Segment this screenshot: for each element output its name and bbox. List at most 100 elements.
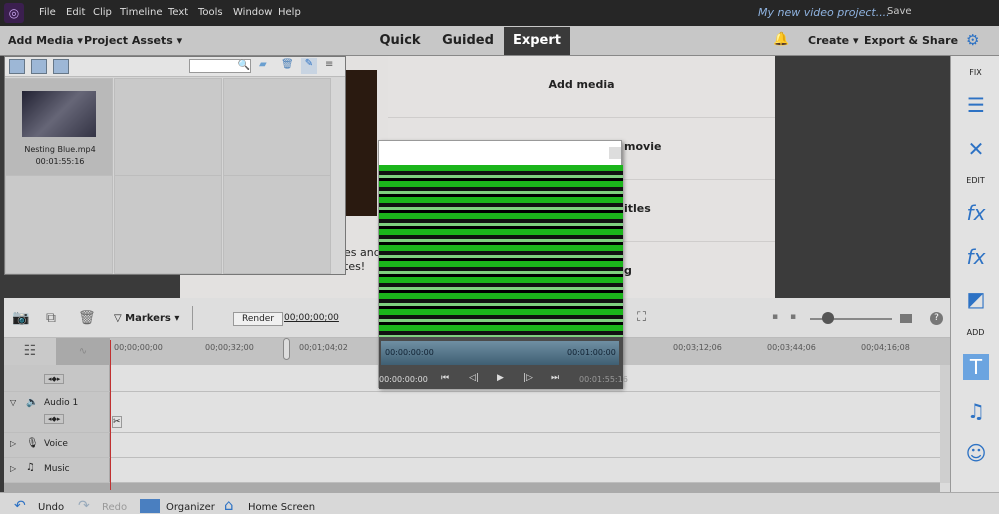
keyframe-controls[interactable]: ◂◆▸ [44, 374, 65, 384]
music-icon[interactable]: ♫ [963, 398, 989, 424]
markers-dropdown[interactable]: ▽ Markers ▾ [114, 313, 179, 324]
trash-icon[interactable]: 🗑 [78, 310, 96, 326]
guide-text: es and [344, 246, 381, 259]
menu-tools[interactable]: Tools [198, 7, 223, 18]
preview-video-frame [379, 165, 623, 337]
zoom-out-icon[interactable]: ▪ [772, 312, 778, 322]
new-folder-icon[interactable]: ▰ [259, 59, 267, 70]
project-title: My new video project.... [758, 6, 890, 19]
titles-icon[interactable]: T [963, 354, 989, 380]
camera-icon[interactable]: 📷 [12, 310, 29, 326]
horizontal-scrollbar[interactable] [4, 483, 940, 492]
timecode-display[interactable]: 00;00;00;00 [284, 313, 339, 323]
zoom-in-icon[interactable] [900, 314, 912, 323]
expand-icon[interactable]: ▷ [10, 439, 16, 448]
guide-item[interactable]: Add media [388, 56, 775, 118]
play-icon[interactable]: ▶ [497, 373, 504, 383]
menu-text[interactable]: Text [168, 7, 188, 18]
zoom-slider-handle[interactable] [822, 312, 834, 324]
effects-icon[interactable]: fx [963, 200, 989, 226]
asset-slot [223, 175, 331, 274]
project-assets-button[interactable]: Project Assets ▾ [84, 34, 182, 47]
audio-track: ▽ 🔈 Audio 1 ◂◆▸ ✂ [4, 392, 940, 433]
settings-gear-icon[interactable]: ⚙ [966, 31, 979, 49]
export-share-button[interactable]: Export & Share [864, 34, 958, 47]
vertical-scrollbar[interactable] [940, 365, 950, 483]
divider [192, 306, 193, 330]
playhead[interactable] [110, 340, 111, 490]
audio-waveform-icon[interactable]: ∿ [56, 338, 110, 365]
guide-text: tes! [344, 260, 366, 273]
scissors-icon[interactable]: ✂ [112, 416, 122, 428]
tools-icon[interactable]: ✕ [963, 136, 989, 162]
track-name: Music [44, 464, 70, 474]
menu-edit[interactable]: Edit [66, 7, 85, 18]
undo-button[interactable]: Undo [38, 502, 64, 513]
home-screen-button[interactable]: Home Screen [248, 502, 315, 513]
preview-scrubber[interactable]: 00:00:00:00 00:01:00:00 [381, 341, 619, 365]
markers-label: Markers [125, 313, 171, 324]
menu-timeline[interactable]: Timeline [120, 7, 163, 18]
asset-thumbnail [22, 91, 96, 137]
graphics-icon[interactable]: ☺ [963, 440, 989, 466]
organizer-icon[interactable] [140, 499, 160, 513]
step-forward-icon[interactable]: |▷ [523, 373, 533, 383]
help-icon[interactable]: ? [930, 312, 943, 325]
tab-guided[interactable]: Guided [440, 27, 496, 55]
asset-item[interactable]: Nesting Blue.mp4 00:01:55:16 [5, 78, 113, 177]
save-button[interactable]: Save [887, 6, 912, 17]
render-button[interactable]: Render [233, 312, 284, 326]
keyframe-controls[interactable]: ◂◆▸ [44, 414, 65, 424]
ruler-tick: 00;03;44;06 [767, 343, 816, 352]
zoom-small-icon[interactable]: ▪ [790, 312, 796, 322]
pin-icon[interactable]: ✎ [301, 58, 317, 74]
expand-icon[interactable]: ▷ [10, 464, 16, 473]
asset-duration: 00:01:55:16 [35, 157, 85, 166]
microphone-icon: 🎙 [26, 438, 39, 449]
redo-button[interactable]: Redo [102, 502, 127, 513]
step-back-icon[interactable]: ◁| [469, 373, 479, 383]
undo-icon[interactable]: ↶ [14, 498, 26, 514]
add-media-button[interactable]: Add Media ▾ [8, 34, 83, 47]
panel-menu-icon[interactable]: ≡ [325, 59, 333, 70]
track-header: ▷ ♫ Music [4, 458, 110, 482]
go-to-end-icon[interactable]: ⏭ [551, 373, 559, 383]
asset-name: Nesting Blue.mp4 [24, 145, 96, 154]
menu-window[interactable]: Window [233, 7, 272, 18]
menu-clip[interactable]: Clip [93, 7, 112, 18]
applied-effects-icon[interactable]: fx [963, 244, 989, 270]
notification-bell-icon[interactable]: 🔔 [773, 32, 789, 47]
section-edit: EDIT [966, 176, 985, 185]
redo-icon[interactable]: ↷ [78, 498, 90, 514]
section-add: ADD [966, 328, 985, 337]
music-note-icon: ♫ [26, 462, 35, 473]
track-options-icon[interactable]: ☷ [4, 338, 56, 365]
preview-controls: 00:00:00:00 00:01:00:00 00:00:00:00 ⏮ ◁|… [379, 337, 628, 389]
close-button[interactable] [609, 147, 621, 159]
adjust-sliders-icon[interactable]: ☰ [963, 92, 989, 118]
image-filter-icon[interactable] [31, 59, 47, 74]
collapse-icon[interactable]: ▽ [10, 398, 16, 407]
timeline-scroll-handle[interactable] [283, 338, 290, 360]
rotate-icon[interactable]: ⧉ [46, 310, 56, 326]
menu-file[interactable]: File [39, 7, 56, 18]
track-header: ▽ 🔈 Audio 1 ◂◆▸ [4, 392, 110, 432]
assets-search-input[interactable]: 🔍 [189, 59, 251, 73]
transitions-icon[interactable]: ◩ [963, 286, 989, 312]
track-header: ◂◆▸ [4, 365, 110, 391]
tab-quick[interactable]: Quick [372, 27, 428, 55]
create-button[interactable]: Create ▾ [808, 34, 858, 47]
ruler-tick: 00;03;12;06 [673, 343, 722, 352]
total-duration: 00:01:55:16 [579, 375, 628, 384]
menu-help[interactable]: Help [278, 7, 301, 18]
delete-icon[interactable]: 🗑 [281, 59, 294, 70]
go-to-start-icon[interactable]: ⏮ [441, 373, 449, 383]
assets-toolbar: 🔍 ▰ 🗑 ✎ ≡ [5, 57, 345, 77]
fit-timeline-icon[interactable]: ⛶ [637, 310, 646, 325]
home-icon[interactable]: ⌂ [224, 496, 234, 514]
video-filter-icon[interactable] [9, 59, 25, 74]
tab-expert[interactable]: Expert [504, 27, 570, 55]
organizer-button[interactable]: Organizer [166, 502, 215, 513]
audio-filter-icon[interactable] [53, 59, 69, 74]
project-assets-panel: 🔍 ▰ 🗑 ✎ ≡ Nesting Blue.mp4 00:01:55:16 [4, 56, 346, 275]
